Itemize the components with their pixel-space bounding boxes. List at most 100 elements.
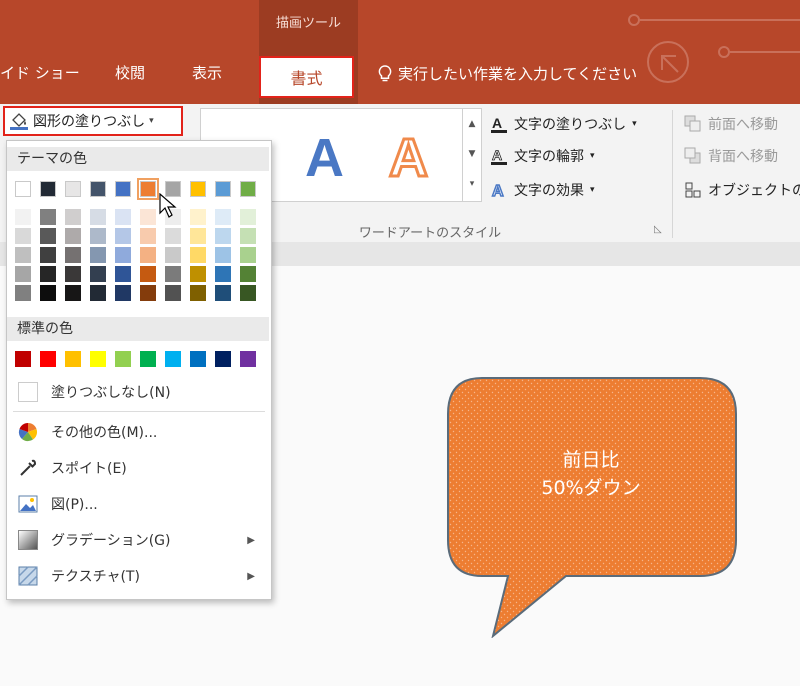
- theme-color-swatch[interactable]: [240, 181, 256, 197]
- theme-color-swatch[interactable]: [65, 181, 81, 197]
- theme-shade-swatch[interactable]: [40, 285, 56, 301]
- gradient-icon: [17, 529, 39, 551]
- standard-color-swatch[interactable]: [90, 351, 106, 367]
- theme-shade-swatch[interactable]: [215, 209, 231, 225]
- theme-shade-swatch[interactable]: [15, 209, 31, 225]
- tab-review[interactable]: 校閲: [115, 62, 145, 83]
- standard-color-swatch[interactable]: [165, 351, 181, 367]
- theme-color-swatch[interactable]: [15, 181, 31, 197]
- theme-shade-swatch[interactable]: [90, 285, 106, 301]
- theme-shade-swatch[interactable]: [15, 285, 31, 301]
- no-fill-item[interactable]: 塗りつぶしなし(N): [7, 377, 269, 407]
- standard-color-swatch[interactable]: [65, 351, 81, 367]
- theme-shade-swatch[interactable]: [140, 228, 156, 244]
- theme-shade-swatch[interactable]: [115, 228, 131, 244]
- theme-shade-swatch[interactable]: [240, 228, 256, 244]
- standard-color-swatch[interactable]: [190, 351, 206, 367]
- theme-shade-swatch[interactable]: [215, 228, 231, 244]
- theme-color-swatch[interactable]: [215, 181, 231, 197]
- theme-shade-swatch[interactable]: [40, 247, 56, 263]
- tab-slideshow[interactable]: イド ショー: [0, 62, 80, 83]
- theme-shade-swatch[interactable]: [165, 247, 181, 263]
- theme-shade-swatch[interactable]: [140, 247, 156, 263]
- theme-shade-swatch[interactable]: [140, 285, 156, 301]
- theme-shade-swatch[interactable]: [115, 285, 131, 301]
- theme-shade-swatch[interactable]: [40, 266, 56, 282]
- standard-color-swatch[interactable]: [240, 351, 256, 367]
- picture-item[interactable]: 図(P)...: [7, 489, 269, 519]
- theme-shade-swatch[interactable]: [165, 285, 181, 301]
- theme-shade-swatch[interactable]: [240, 285, 256, 301]
- theme-shade-swatch[interactable]: [215, 285, 231, 301]
- theme-shade-swatch[interactable]: [165, 266, 181, 282]
- selection-pane-icon: [685, 182, 701, 198]
- theme-shade-swatch[interactable]: [90, 209, 106, 225]
- texture-item[interactable]: テクスチャ(T) ▶: [7, 561, 269, 591]
- theme-shade-swatch[interactable]: [240, 266, 256, 282]
- callout-line-2: 50%ダウン: [541, 477, 641, 499]
- tell-me-box[interactable]: 実行したい作業を入力してください: [378, 63, 637, 84]
- theme-color-swatch[interactable]: [190, 181, 206, 197]
- scroll-down-icon[interactable]: ▼: [463, 139, 481, 169]
- send-backward-button[interactable]: 背面へ移動: [684, 146, 778, 166]
- theme-shade-swatch[interactable]: [190, 285, 206, 301]
- submenu-arrow-icon: ▶: [247, 534, 255, 546]
- theme-shade-swatch[interactable]: [40, 228, 56, 244]
- theme-shade-swatch[interactable]: [65, 228, 81, 244]
- theme-shade-swatch[interactable]: [40, 209, 56, 225]
- tab-view[interactable]: 表示: [192, 62, 222, 83]
- theme-shade-swatch[interactable]: [215, 247, 231, 263]
- theme-shade-swatch[interactable]: [65, 209, 81, 225]
- callout-line-1: 前日比: [562, 449, 620, 471]
- gallery-more-icon[interactable]: ▾: [463, 169, 481, 199]
- theme-shade-swatch[interactable]: [115, 247, 131, 263]
- theme-color-swatch[interactable]: [115, 181, 131, 197]
- text-fill-button[interactable]: A 文字の塗りつぶし ▾: [490, 114, 637, 134]
- theme-shade-swatch[interactable]: [190, 209, 206, 225]
- standard-color-swatch[interactable]: [15, 351, 31, 367]
- theme-shade-swatch[interactable]: [165, 228, 181, 244]
- text-outline-button[interactable]: A 文字の輪郭 ▾: [490, 146, 595, 166]
- theme-shade-swatch[interactable]: [65, 266, 81, 282]
- theme-shade-swatch[interactable]: [65, 247, 81, 263]
- theme-color-swatch[interactable]: [90, 181, 106, 197]
- theme-shade-swatch[interactable]: [90, 228, 106, 244]
- theme-shade-swatch[interactable]: [90, 266, 106, 282]
- callout-text[interactable]: 前日比 50%ダウン: [446, 446, 736, 502]
- more-colors-item[interactable]: その他の色(M)...: [7, 417, 269, 447]
- scroll-up-icon[interactable]: ▲: [463, 109, 481, 139]
- theme-shade-swatch[interactable]: [190, 266, 206, 282]
- eyedropper-item[interactable]: スポイト(E): [7, 453, 269, 483]
- standard-color-swatch[interactable]: [40, 351, 56, 367]
- dialog-launcher-icon[interactable]: ◺: [654, 224, 662, 235]
- theme-shade-swatch[interactable]: [15, 247, 31, 263]
- theme-shade-swatch[interactable]: [190, 247, 206, 263]
- theme-shade-swatch[interactable]: [115, 266, 131, 282]
- gradient-item[interactable]: グラデーション(G) ▶: [7, 525, 269, 555]
- theme-shade-swatch[interactable]: [90, 247, 106, 263]
- theme-shade-swatch[interactable]: [240, 209, 256, 225]
- theme-shade-swatch[interactable]: [215, 266, 231, 282]
- theme-shade-swatch[interactable]: [240, 247, 256, 263]
- theme-shade-swatch[interactable]: [15, 228, 31, 244]
- standard-color-swatch[interactable]: [115, 351, 131, 367]
- wordart-style-orange-outline[interactable]: A: [388, 127, 430, 190]
- theme-shade-swatch[interactable]: [115, 209, 131, 225]
- callout-shape[interactable]: [446, 376, 738, 638]
- wordart-style-blue[interactable]: A: [305, 127, 344, 189]
- selection-pane-button[interactable]: オブジェクトの: [684, 180, 800, 200]
- theme-color-swatch[interactable]: [40, 181, 56, 197]
- tab-format[interactable]: 書式: [259, 56, 354, 98]
- theme-shade-swatch[interactable]: [15, 266, 31, 282]
- theme-shade-swatch[interactable]: [190, 228, 206, 244]
- theme-color-swatch[interactable]: [137, 178, 159, 200]
- bring-forward-button[interactable]: 前面へ移動: [684, 114, 778, 134]
- theme-shade-swatch[interactable]: [65, 285, 81, 301]
- shape-fill-button[interactable]: 図形の塗りつぶし ▾: [3, 106, 183, 136]
- more-colors-label: その他の色(M)...: [51, 425, 158, 441]
- theme-shade-swatch[interactable]: [140, 266, 156, 282]
- text-effects-button[interactable]: A 文字の効果 ▾: [490, 180, 594, 200]
- standard-color-swatch[interactable]: [215, 351, 231, 367]
- theme-shade-swatch[interactable]: [140, 209, 156, 225]
- standard-color-swatch[interactable]: [140, 351, 156, 367]
